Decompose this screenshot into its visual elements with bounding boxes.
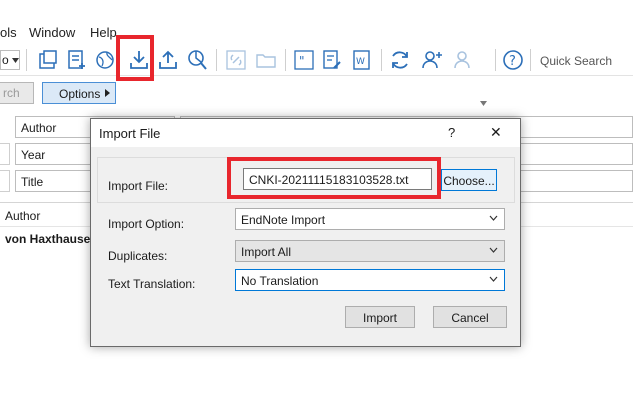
sync-icon[interactable]: [388, 48, 412, 72]
style-dropdown-value: o: [2, 53, 9, 67]
chevron-right-icon: [105, 89, 110, 97]
duplicates-select[interactable]: Import All: [235, 240, 505, 262]
menu-help[interactable]: Help: [90, 25, 117, 40]
toolbar-separator: [26, 49, 27, 71]
add-user-icon[interactable]: [420, 48, 444, 72]
chevron-down-icon: [12, 58, 19, 63]
svg-text:?: ?: [509, 54, 516, 69]
svg-text:": ": [299, 54, 305, 68]
chevron-down-icon: [489, 276, 498, 282]
chevron-down-icon: [489, 215, 498, 221]
word-document-icon[interactable]: W: [350, 48, 374, 72]
import-file-dialog: Import File ? ✕ Import File: CNKI-202111…: [90, 118, 521, 347]
dialog-close-button[interactable]: ✕: [490, 124, 502, 141]
online-search-icon[interactable]: [94, 48, 118, 72]
toolbar-separator: [285, 49, 286, 71]
menu-tools[interactable]: ols: [0, 25, 17, 40]
import-highlight-frame: [116, 35, 154, 81]
share-group-icon[interactable]: [452, 48, 476, 72]
search-field-author-label: Author: [21, 121, 57, 135]
chevron-down-icon: [489, 247, 498, 253]
choose-button[interactable]: Choose...: [441, 169, 497, 191]
import-option-value: EndNote Import: [241, 213, 326, 227]
dialog-title: Import File: [99, 126, 161, 141]
import-button-label: Import: [362, 311, 397, 325]
menu-window[interactable]: Window: [29, 25, 75, 40]
duplicates-value: Import All: [241, 245, 292, 259]
text-translation-value: No Translation: [241, 274, 319, 288]
open-link-icon[interactable]: [224, 48, 248, 72]
column-header-author[interactable]: Author: [5, 209, 40, 223]
options-button[interactable]: Options: [42, 82, 116, 104]
dialog-help-button[interactable]: ?: [448, 125, 455, 140]
choose-button-label: Choose...: [443, 174, 495, 188]
find-full-text-icon[interactable]: [185, 48, 209, 72]
quick-search-label[interactable]: Quick Search: [540, 54, 612, 68]
text-translation-select[interactable]: No Translation: [235, 269, 505, 291]
toolbar-separator: [530, 49, 531, 71]
dialog-title-bar: Import File ? ✕: [91, 119, 520, 147]
search-button[interactable]: rch: [0, 82, 34, 104]
search-row-checkbox[interactable]: [0, 143, 10, 165]
search-button-label: rch: [3, 86, 20, 100]
import-option-label: Import Option:: [108, 217, 185, 231]
cancel-button[interactable]: Cancel: [433, 306, 507, 328]
help-icon[interactable]: ?: [501, 48, 525, 72]
toolbar-separator: [381, 49, 382, 71]
toolbar: o " W ? Quick Search: [0, 44, 633, 106]
style-dropdown[interactable]: o: [0, 50, 20, 70]
svg-text:W: W: [356, 57, 365, 67]
format-paper-icon[interactable]: [320, 48, 344, 72]
export-icon[interactable]: [156, 48, 180, 72]
open-file-icon[interactable]: [254, 48, 278, 72]
copy-to-library-icon[interactable]: [36, 48, 60, 72]
options-button-label: Options: [59, 87, 101, 101]
list-item-author[interactable]: von Haxthausen: [5, 232, 98, 246]
import-file-highlight-frame: [227, 157, 441, 199]
menu-bar: ols Window Help: [0, 22, 633, 44]
insert-citation-icon[interactable]: ": [292, 48, 316, 72]
text-translation-label: Text Translation:: [108, 277, 196, 291]
toolbar-separator: [216, 49, 217, 71]
cancel-button-label: Cancel: [451, 311, 489, 325]
duplicates-label: Duplicates:: [108, 249, 168, 263]
search-row-checkbox[interactable]: [0, 170, 10, 192]
import-file-label: Import File:: [108, 179, 169, 193]
import-option-select[interactable]: EndNote Import: [235, 208, 505, 230]
search-field-title-label: Title: [21, 175, 44, 189]
import-button[interactable]: Import: [345, 306, 415, 328]
chevron-down-icon[interactable]: [480, 101, 487, 106]
toolbar-separator: [495, 49, 496, 71]
new-reference-icon[interactable]: [65, 48, 89, 72]
search-field-year-label: Year: [21, 148, 46, 162]
